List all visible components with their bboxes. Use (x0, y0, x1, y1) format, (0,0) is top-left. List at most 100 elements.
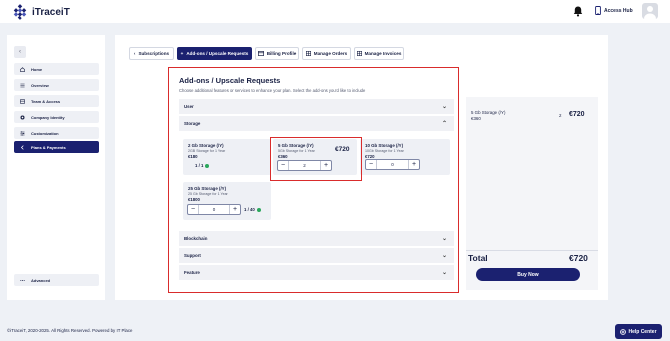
tab-addons[interactable]: + Add-ons / Upscale Requests (177, 47, 252, 60)
customization-icon (20, 130, 25, 136)
summary-item-name: 5 Gb Storage (/Y) (471, 110, 506, 115)
accordion-storage[interactable]: Storage ⌃ (179, 116, 454, 131)
selection-highlight (270, 137, 362, 181)
item-count: 1 / 40 (244, 207, 261, 212)
accordion-feature[interactable]: Feature ⌄ (179, 265, 454, 280)
home-icon (20, 66, 25, 72)
identity-icon (20, 115, 25, 119)
increment-button[interactable]: + (229, 205, 240, 214)
item-description: 10Gb Storage for 1 Year (365, 149, 404, 153)
accordion-label: Feature (184, 270, 200, 275)
sidebar-item-advanced[interactable]: Advanced (14, 274, 99, 286)
sidebar-item-label: Advanced (31, 277, 51, 283)
accordion-label: Support (184, 253, 201, 258)
quantity-stepper[interactable]: − 0 + (365, 159, 420, 170)
logo[interactable]: iTraceiT (12, 4, 70, 20)
logo-icon (13, 4, 27, 20)
list-icon (20, 83, 25, 87)
summary-item-qty: 2 (559, 113, 562, 118)
tab-subscriptions[interactable]: ‹ Subscriptions (129, 47, 174, 60)
tab-billing-profile[interactable]: Billing Profile (255, 47, 299, 60)
tab-label: Add-ons / Upscale Requests (186, 51, 249, 56)
chevron-down-icon: ⌄ (441, 236, 447, 242)
tab-label: Subscriptions (138, 51, 170, 56)
accordion-label: Blockchain (184, 236, 208, 241)
page-description: Choose additional features or services t… (179, 88, 366, 93)
item-name: 10 Gb Storage (/Y) (365, 143, 404, 148)
summary-item-price: €360 (471, 116, 481, 121)
decrement-button[interactable]: − (366, 160, 377, 169)
plus-icon: + (180, 51, 184, 56)
help-icon (620, 328, 627, 335)
buy-now-button[interactable]: Buy Now (476, 268, 580, 281)
item-price: €1800 (188, 197, 200, 202)
sidebar-item-label: Team & Access (31, 98, 61, 104)
chevron-down-icon: ⌄ (441, 253, 447, 259)
decrement-button[interactable]: − (188, 205, 199, 214)
help-center-label: Help Center (628, 328, 657, 335)
chevron-down-icon: ⌄ (441, 270, 447, 276)
grid-icon (356, 51, 362, 56)
accordion-label: Storage (184, 121, 201, 126)
storage-card-2gb: 2 Gb Storage (/Y) 2GB Storage for 1 Year… (183, 139, 271, 175)
bell-icon[interactable] (573, 6, 583, 17)
sidebar-item-plans-payments[interactable]: Plans & Payments (14, 141, 99, 153)
avatar[interactable] (642, 3, 658, 19)
item-description: 2GB Storage for 1 Year (188, 149, 226, 153)
item-count: 1 / 1 (195, 163, 210, 168)
storage-card-25gb: 25 Gb Storage (/Y) 25 Gb Storage for 1 Y… (183, 182, 271, 220)
sidebar: ‹ Home Overview Team & Access Company Id… (7, 35, 105, 300)
status-check-icon (205, 163, 210, 168)
status-check-icon (256, 207, 261, 212)
item-name: 2 Gb Storage (/Y) (188, 143, 224, 148)
total-value: €720 (569, 253, 588, 263)
accordion-user[interactable]: User ⌄ (179, 99, 454, 114)
quantity-value[interactable]: 0 (199, 205, 229, 214)
chevron-left-icon: ‹ (19, 49, 21, 55)
tab-label: Billing Profile (266, 51, 297, 56)
summary-item-total: €720 (569, 111, 585, 118)
page-title: Add-ons / Upscale Requests (179, 76, 281, 85)
accordion-support[interactable]: Support ⌄ (179, 248, 454, 263)
divider (466, 250, 598, 251)
help-center-button[interactable]: Help Center (615, 324, 662, 339)
total-label: Total (468, 253, 488, 263)
tab-label: Manage Orders (313, 51, 348, 56)
increment-button[interactable]: + (408, 160, 419, 169)
access-hub-label: Access Hub (604, 7, 633, 14)
chevron-left-icon (20, 144, 24, 150)
brand-name: iTraceiT (32, 6, 70, 18)
accordion-label: User (184, 104, 194, 109)
sidebar-item-label: Overview (31, 82, 49, 88)
chevron-up-icon: ⌃ (441, 121, 447, 127)
sidebar-item-label: Company Identity (31, 114, 65, 120)
sidebar-item-company-identity[interactable]: Company Identity (14, 111, 99, 123)
access-hub-button[interactable]: Access Hub (595, 6, 633, 15)
order-summary: 5 Gb Storage (/Y) €360 2 €720 Total €720 (466, 97, 598, 290)
sidebar-item-overview[interactable]: Overview (14, 79, 99, 91)
grid-icon (305, 51, 311, 56)
sidebar-item-home[interactable]: Home (14, 63, 99, 75)
sidebar-item-label: Plans & Payments (31, 144, 66, 150)
accordion-blockchain[interactable]: Blockchain ⌄ (179, 231, 454, 246)
tab-manage-invoices[interactable]: Manage Invoices (354, 47, 404, 60)
sidebar-collapse-button[interactable]: ‹ (14, 46, 26, 58)
item-count-value: 1 / 1 (195, 163, 204, 168)
sidebar-item-label: Customization (31, 130, 59, 136)
tab-manage-orders[interactable]: Manage Orders (302, 47, 351, 60)
quantity-stepper[interactable]: − 0 + (187, 204, 241, 215)
card-icon (257, 51, 264, 56)
quantity-value[interactable]: 0 (377, 160, 408, 169)
team-icon (20, 98, 25, 104)
sidebar-item-label: Home (31, 66, 43, 72)
sidebar-item-team-access[interactable]: Team & Access (14, 95, 99, 107)
storage-card-10gb: 10 Gb Storage (/Y) 10Gb Storage for 1 Ye… (360, 139, 450, 175)
item-name: 25 Gb Storage (/Y) (188, 186, 227, 191)
item-count-value: 1 / 40 (244, 207, 255, 212)
user-avatar-icon (644, 6, 656, 19)
item-price: €180 (188, 154, 198, 159)
phone-icon (595, 6, 601, 15)
more-icon (20, 279, 25, 281)
sidebar-item-customization[interactable]: Customization (14, 127, 99, 139)
footer-copyright: ©iTraceiT, 2020-2025. All Rights Reserve… (7, 328, 133, 333)
